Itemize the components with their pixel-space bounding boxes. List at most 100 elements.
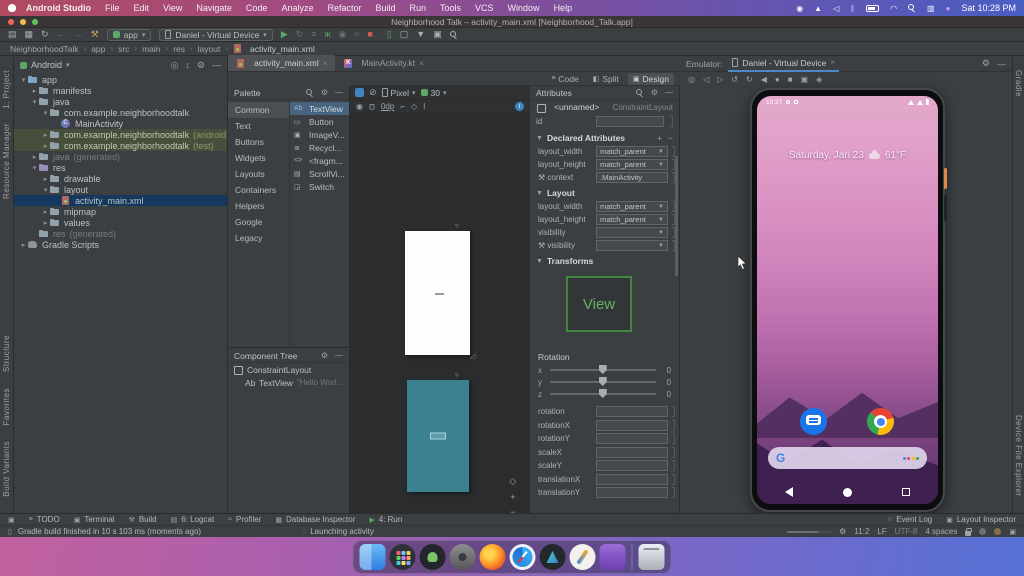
tree-expand-icon[interactable]: ▸ xyxy=(30,153,39,161)
tree-item-com-example-neighborhoodtalk-test[interactable]: ▸com.example.neighborhoodtalk(test) xyxy=(14,140,227,151)
caret-position[interactable]: 11:2 xyxy=(854,527,869,536)
palette-category-layouts[interactable]: Layouts xyxy=(228,166,289,182)
dock-design-app-icon[interactable] xyxy=(570,544,596,570)
field-input-scalex[interactable] xyxy=(596,447,668,458)
tool-window-button-favorites[interactable]: Favorites xyxy=(2,388,11,425)
screen-record-icon[interactable]: ◉ xyxy=(796,4,803,13)
run-configuration-dropdown[interactable]: app▾ xyxy=(107,29,152,41)
volume-down-icon[interactable]: ◁ xyxy=(703,75,709,84)
assistant-icon[interactable] xyxy=(903,457,920,460)
search-icon[interactable] xyxy=(636,89,644,97)
tab-mainactivity-kt[interactable]: MainActivity.kt× xyxy=(335,55,431,71)
attribute-value-layout-width[interactable]: match_parent▼ xyxy=(596,201,668,212)
tree-item-layout[interactable]: ▾layout xyxy=(14,184,227,195)
nav-overview-icon[interactable] xyxy=(902,488,910,496)
build-hammer-icon[interactable]: ⚒ xyxy=(91,30,99,39)
apply-code-changes-icon[interactable]: ≡ xyxy=(311,30,316,39)
tree-expand-icon[interactable]: ▾ xyxy=(30,98,39,106)
tree-expand-icon[interactable]: ▸ xyxy=(30,87,39,95)
tool-button-terminal[interactable]: ▣Terminal xyxy=(74,515,115,524)
power-icon[interactable]: ◎ xyxy=(688,75,695,84)
declared-attributes-header[interactable]: ▼Declared Attributes+− xyxy=(530,131,679,145)
breadcrumb-app[interactable]: app xyxy=(91,44,105,54)
slider-track-z[interactable] xyxy=(550,393,656,395)
dock-android-studio-icon[interactable] xyxy=(540,544,566,570)
design-surface-icon[interactable] xyxy=(355,88,364,97)
breadcrumb-neighborhoodtalk[interactable]: NeighborhoodTalk xyxy=(10,44,79,54)
slider-track-x[interactable] xyxy=(550,369,656,371)
tree-expand-icon[interactable]: ▾ xyxy=(41,109,50,117)
search-everywhere-icon[interactable] xyxy=(450,31,458,39)
pan-icon[interactable]: ◇ xyxy=(411,102,417,111)
menu-item-edit[interactable]: Edit xyxy=(134,3,150,13)
project-structure-icon[interactable]: ▣ xyxy=(433,30,442,39)
breadcrumb-main[interactable]: main xyxy=(142,44,160,54)
menu-item-code[interactable]: Code xyxy=(246,3,268,13)
tool-window-button-structure[interactable]: Structure xyxy=(2,335,11,372)
emulator-phone[interactable]: 10:27 Saturday, Jan 23 61°F xyxy=(750,88,945,512)
id-input[interactable] xyxy=(596,116,664,127)
slider-thumb[interactable] xyxy=(599,365,607,374)
close-icon[interactable]: × xyxy=(419,59,424,68)
close-icon[interactable]: × xyxy=(323,59,328,68)
field-input-translationy[interactable] xyxy=(596,487,668,498)
view-options-eye-icon[interactable]: ◉ xyxy=(356,102,363,111)
stop-icon[interactable]: ■ xyxy=(367,30,372,39)
field-input-rotationx[interactable] xyxy=(596,420,668,431)
close-window-button[interactable] xyxy=(8,19,14,25)
overview-icon[interactable]: ■ xyxy=(788,75,793,84)
settings-gear-icon[interactable]: ⚙ xyxy=(982,58,990,69)
bluetooth-icon[interactable]: ᛒ xyxy=(850,4,855,13)
spotlight-icon[interactable] xyxy=(908,4,916,12)
tree-expand-icon[interactable]: ▸ xyxy=(41,219,50,227)
search-icon[interactable] xyxy=(306,89,314,97)
menu-item-build[interactable]: Build xyxy=(375,3,395,13)
component-constraintlayout[interactable]: ConstraintLayout xyxy=(228,363,349,376)
tree-item-java-generated[interactable]: ▸java(generated) xyxy=(14,151,227,162)
attribute-value-layout-width[interactable]: match_parent▼ xyxy=(596,146,668,157)
blueprint-textview[interactable] xyxy=(430,433,446,440)
project-view-selector[interactable]: Android xyxy=(31,60,62,70)
dock-notes-app-icon[interactable] xyxy=(600,544,626,570)
back-icon[interactable]: ◀ xyxy=(761,75,767,84)
hide-panel-icon[interactable]: — xyxy=(212,60,221,70)
settings-gear-icon[interactable]: ⚙ xyxy=(839,527,846,536)
palette-item-scrollvi[interactable]: ▤ScrollVi... xyxy=(290,167,349,180)
dock-safari-icon[interactable] xyxy=(510,544,536,570)
tree-item-java[interactable]: ▾java xyxy=(14,96,227,107)
tool-button-todo[interactable]: ≡TODO xyxy=(29,515,60,524)
breadcrumb-activity-main-xml[interactable]: activity_main.xml xyxy=(233,44,315,54)
menu-item-tools[interactable]: Tools xyxy=(440,3,461,13)
messages-app-icon[interactable] xyxy=(800,408,827,435)
volume-up-icon[interactable]: ▷ xyxy=(717,75,723,84)
phone-screen[interactable]: 10:27 Saturday, Jan 23 61°F xyxy=(757,96,938,504)
tool-button-layout-inspector[interactable]: ▣Layout Inspector xyxy=(946,515,1016,524)
tree-item-res-generated[interactable]: res(generated) xyxy=(14,228,227,239)
window-corner-icon[interactable]: ▣ xyxy=(8,516,15,524)
tree-item-res[interactable]: ▾res xyxy=(14,162,227,173)
attribute-value-visibility[interactable]: ▼ xyxy=(596,240,668,251)
apple-icon[interactable] xyxy=(8,4,16,12)
palette-category-containers[interactable]: Containers xyxy=(228,182,289,198)
tree-item-activity-main-xml[interactable]: activity_main.xml xyxy=(14,195,227,206)
dock-system-app-icon[interactable] xyxy=(450,544,476,570)
open-file-icon[interactable]: ▤ xyxy=(8,30,17,39)
hide-panel-icon[interactable]: — xyxy=(997,59,1006,69)
attribute-value-layout-height[interactable]: match_parent▼ xyxy=(596,214,668,225)
menu-item-run[interactable]: Run xyxy=(410,3,427,13)
notification-icon[interactable] xyxy=(979,528,986,535)
breadcrumb-res[interactable]: res xyxy=(173,44,185,54)
eject-icon[interactable]: ▲ xyxy=(814,4,822,13)
palette-item-imagev[interactable]: ▣ImageV... xyxy=(290,128,349,141)
breadcrumb-src[interactable]: src xyxy=(118,44,129,54)
menu-item-file[interactable]: File xyxy=(105,3,120,13)
add-attribute-icon[interactable]: + xyxy=(657,133,662,143)
default-margins-value[interactable]: 0dp xyxy=(381,102,394,111)
component-textview[interactable]: AbTextView"Hello Worl... xyxy=(228,376,349,389)
control-center-icon[interactable]: ▥ xyxy=(927,4,935,13)
tree-item-gradle-scripts[interactable]: ▸Gradle Scripts xyxy=(14,239,227,250)
tree-expand-icon[interactable]: ▸ xyxy=(41,142,50,150)
nav-back-icon[interactable] xyxy=(785,487,793,497)
palette-item-fragm[interactable]: <><fragm... xyxy=(290,154,349,167)
menu-item-navigate[interactable]: Navigate xyxy=(196,3,232,13)
